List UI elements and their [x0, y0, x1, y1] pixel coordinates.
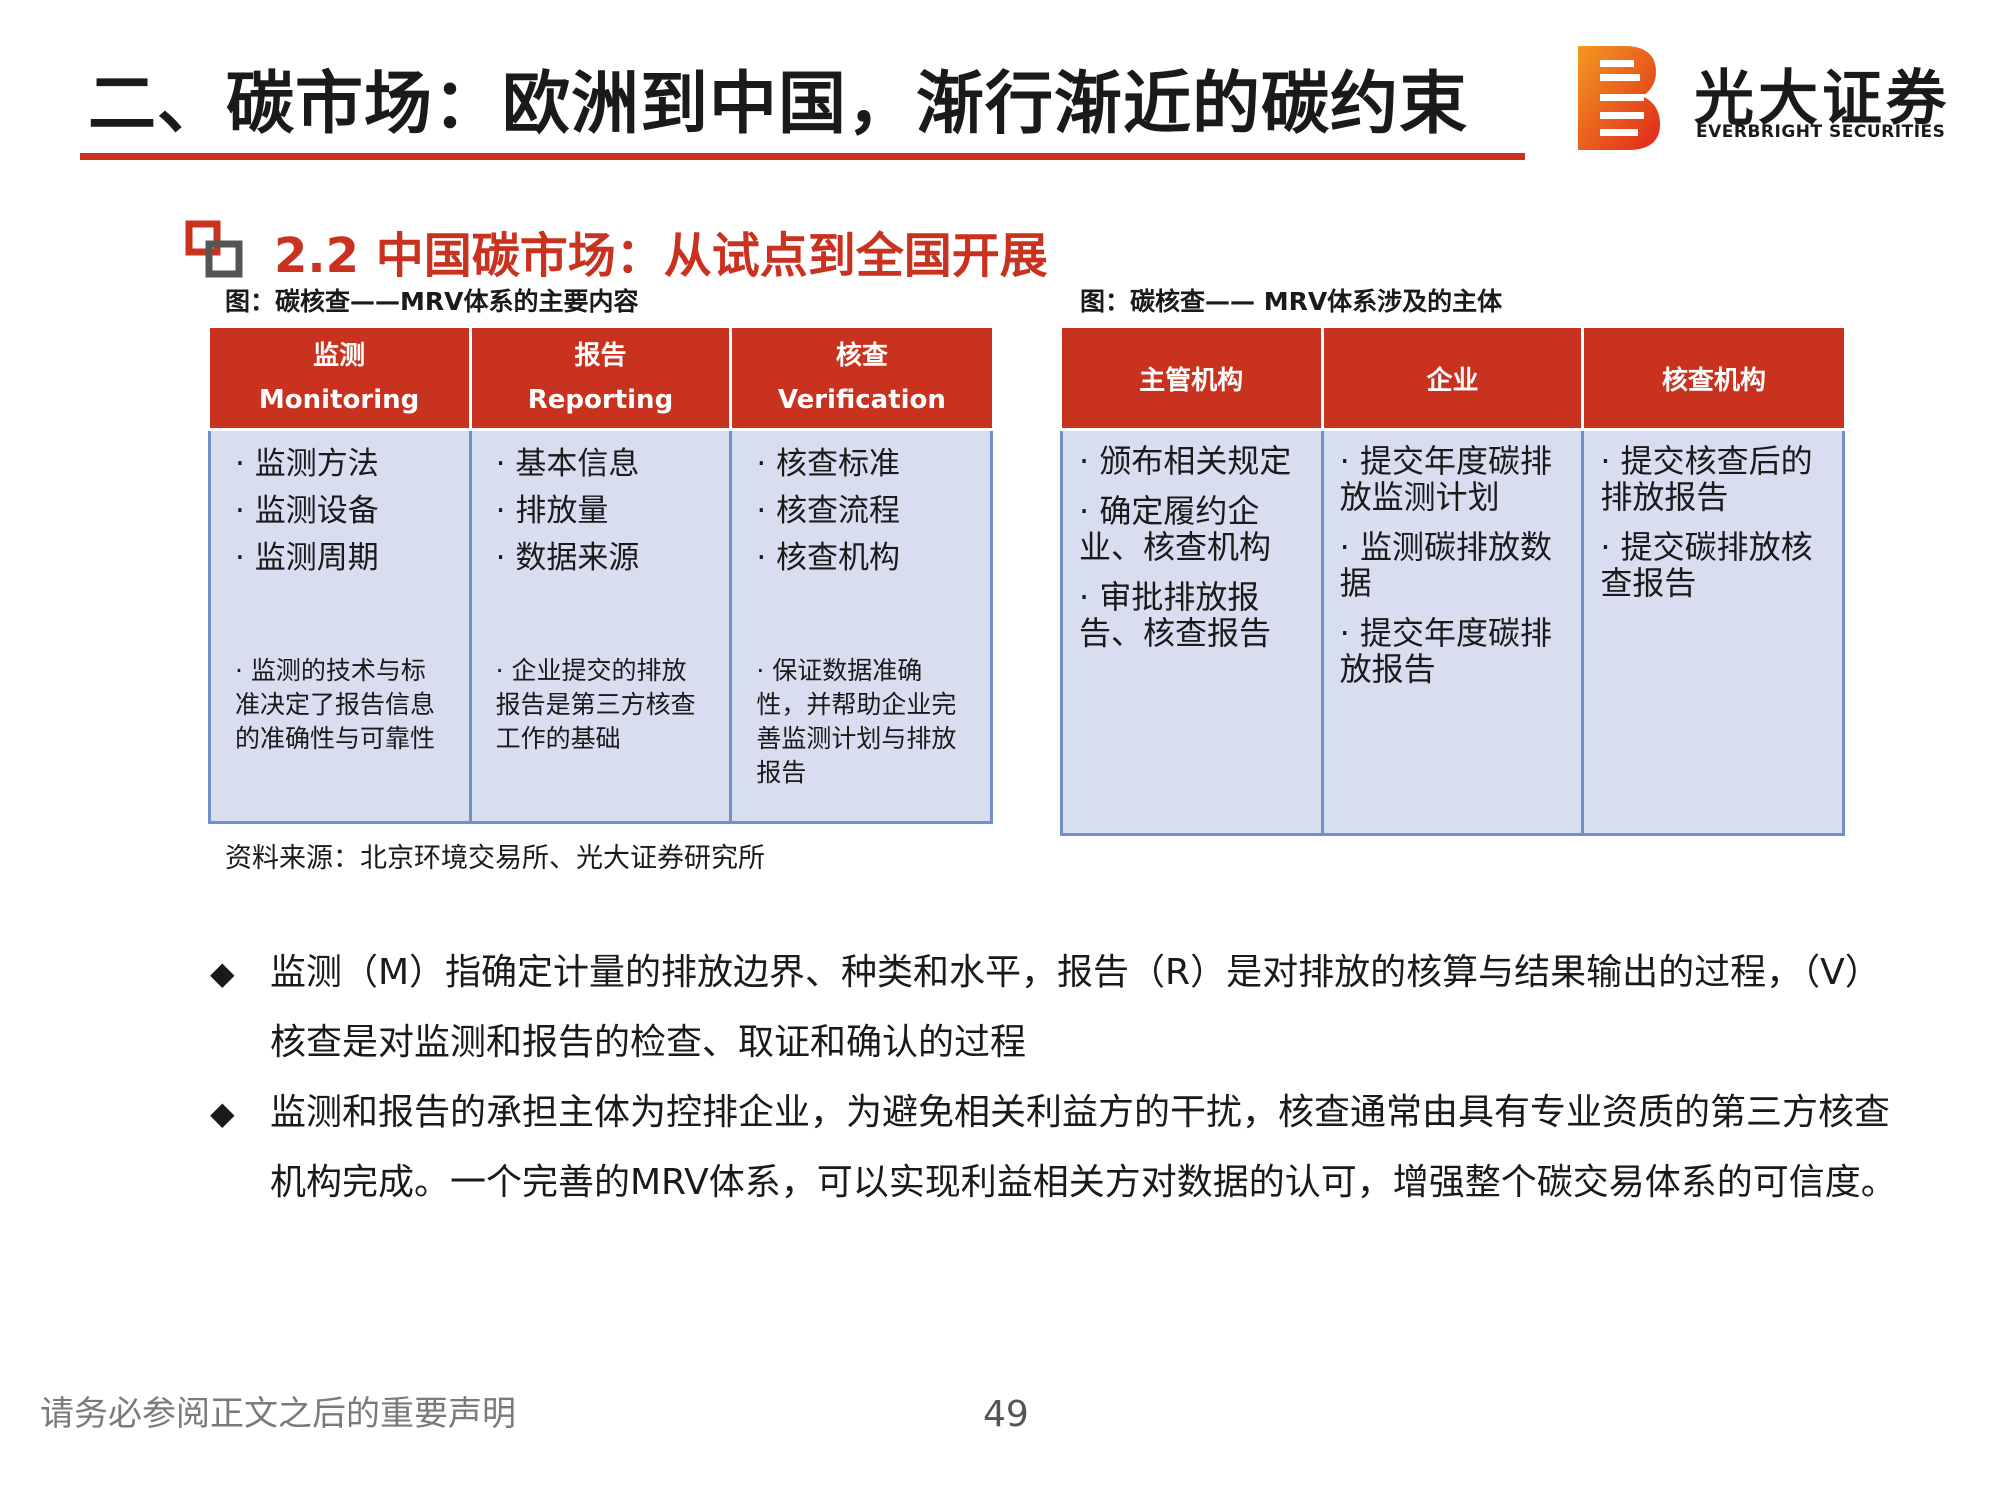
- disclaimer: 请务必参阅正文之后的重要声明: [40, 1394, 516, 1434]
- list-item: · 监测设备: [235, 493, 379, 529]
- header-verifier: 核查机构: [1582, 328, 1844, 431]
- bullet-item: ◆ 监测和报告的承担主体为控排企业，为避免相关利益方的干扰，核查通常由具有专业资…: [205, 1078, 1905, 1218]
- left-table-caption: 图：碳核查——MRV体系的主要内容: [225, 287, 639, 316]
- monitoring-cell: · 监测方法 · 监测设备 · 监测周期 · 监测的技术与标准决定了报告信息的准…: [208, 428, 472, 824]
- list-item: · 提交年度碳排放监测计划: [1339, 442, 1553, 516]
- cell-note: · 保证数据准确性，并帮助企业完善监测计划与排放报告: [756, 656, 957, 787]
- list-item: · 数据来源: [495, 540, 640, 576]
- page-number: 49: [983, 1394, 1029, 1435]
- mrv-entities-table: 主管机构 企业 核查机构 · 颁布相关规定 · 确定履约企业、核查机构 · 审批…: [1060, 328, 1845, 836]
- page-title: 二、碳市场：欧洲到中国，渐行渐近的碳约束: [88, 65, 1469, 144]
- list-item: · 提交年度碳排放报告: [1339, 614, 1553, 688]
- verification-cell: · 核查标准 · 核查流程 · 核查机构 · 保证数据准确性，并帮助企业完善监测…: [729, 428, 993, 824]
- header-monitoring: 监测 Monitoring: [209, 328, 472, 431]
- bullet-list: ◆ 监测（M）指确定计量的排放边界、种类和水平，报告（R）是对排放的核算与结果输…: [205, 938, 1905, 1218]
- header-verification: 核查 Verification: [730, 328, 992, 431]
- list-item: · 颁布相关规定: [1079, 442, 1292, 480]
- diamond-bullet-icon: ◆: [210, 1094, 235, 1132]
- header-enterprise: 企业: [1322, 328, 1585, 431]
- bullet-text: 监测和报告的承担主体为控排企业，为避免相关利益方的干扰，核查通常由具有专业资质的…: [270, 1092, 1897, 1203]
- logo-text-en: EVERBRIGHT SECURITIES: [1696, 122, 1946, 142]
- header-reporting: 报告 Reporting: [470, 328, 733, 431]
- section-squares-icon: [185, 220, 243, 278]
- list-item: · 提交碳排放核查报告: [1600, 528, 1813, 602]
- everbright-logo-icon: [1578, 46, 1660, 150]
- right-table-caption: 图：碳核查—— MRV体系涉及的主体: [1080, 287, 1503, 316]
- bullet-text: 监测（M）指确定计量的排放边界、种类和水平，报告（R）是对排放的核算与结果输出的…: [270, 952, 1881, 1063]
- mrv-content-table: 监测 Monitoring 报告 Reporting 核查 Verificati…: [208, 328, 993, 824]
- list-item: · 审批排放报告、核查报告: [1079, 578, 1272, 652]
- list-item: · 基本信息: [495, 446, 640, 482]
- list-item: · 提交核查后的排放报告: [1600, 442, 1813, 516]
- list-item: · 核查流程: [756, 493, 901, 529]
- enterprise-cell: · 提交年度碳排放监测计划 · 监测碳排放数据 · 提交年度碳排放报告: [1320, 428, 1585, 836]
- list-item: · 核查机构: [756, 540, 901, 576]
- cell-note: · 监测的技术与标准决定了报告信息的准确性与可靠性: [235, 656, 436, 753]
- cell-note: · 企业提交的排放报告是第三方核查工作的基础: [495, 656, 696, 753]
- source-note: 资料来源：北京环境交易所、光大证券研究所: [225, 843, 765, 874]
- list-item: · 确定履约企业、核查机构: [1079, 492, 1272, 566]
- list-item: · 核查标准: [756, 446, 901, 482]
- bullet-item: ◆ 监测（M）指确定计量的排放边界、种类和水平，报告（R）是对排放的核算与结果输…: [205, 938, 1905, 1078]
- list-item: · 监测方法: [235, 446, 379, 482]
- diamond-bullet-icon: ◆: [210, 954, 235, 992]
- list-item: · 监测碳排放数据: [1339, 528, 1553, 602]
- list-item: · 排放量: [495, 493, 609, 529]
- section-title: 2.2 中国碳市场：从试点到全国开展: [274, 228, 1048, 284]
- verifier-cell: · 提交核查后的排放报告 · 提交碳排放核查报告: [1581, 428, 1845, 836]
- list-item: · 监测周期: [235, 540, 379, 576]
- reporting-cell: · 基本信息 · 排放量 · 数据来源 · 企业提交的排放报告是第三方核查工作的…: [468, 428, 733, 824]
- title-divider: [80, 153, 1525, 160]
- header-authority: 主管机构: [1061, 328, 1324, 431]
- authority-cell: · 颁布相关规定 · 确定履约企业、核查机构 · 审批排放报告、核查报告: [1060, 428, 1324, 836]
